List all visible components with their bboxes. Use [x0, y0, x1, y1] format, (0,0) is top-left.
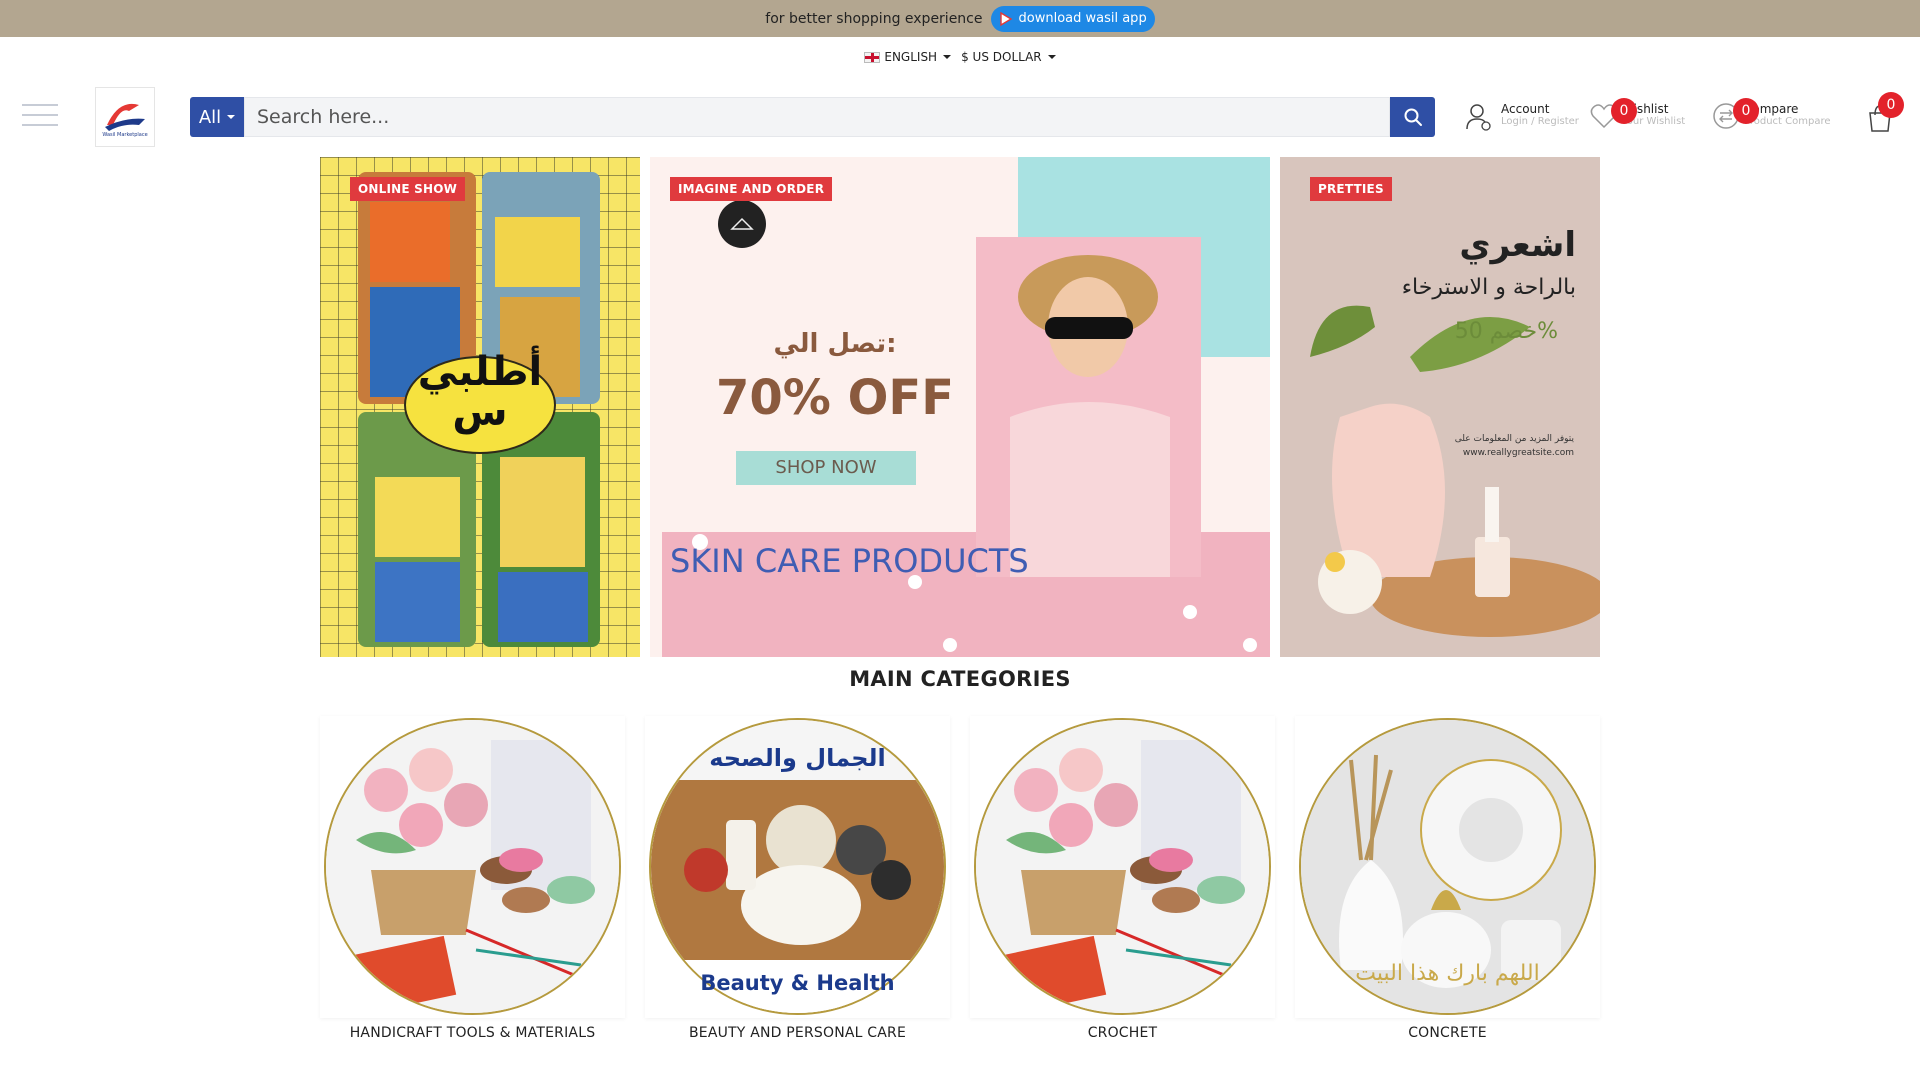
crochet-kit-image: [326, 720, 619, 1013]
category-label[interactable]: CONCRETE: [1295, 1025, 1600, 1041]
category-label[interactable]: HANDICRAFT TOOLS & MATERIALS: [320, 1025, 625, 1041]
category-label[interactable]: CROCHET: [970, 1025, 1275, 1041]
account-link[interactable]: Account Login / Register: [1465, 102, 1579, 132]
banner-heading: اشعري: [1459, 225, 1576, 265]
play-store-icon: [999, 11, 1012, 26]
chevron-down-icon: [943, 55, 952, 59]
banner-online-show[interactable]: أطلبي س ONLINE SHOW: [320, 157, 640, 657]
compare-link[interactable]: Compare Product Compare: [1712, 102, 1831, 130]
language-selector[interactable]: ENGLISH: [864, 50, 952, 64]
banner-tag: PRETTIES: [1310, 177, 1392, 201]
account-subtitle: Login / Register: [1501, 116, 1579, 127]
category-card[interactable]: اللهم بارك هذا البيت: [1295, 716, 1600, 1018]
svg-text:Wasil Marketplace: Wasil Marketplace: [102, 132, 147, 138]
compare-count-badge: 0: [1733, 98, 1759, 124]
search-category-dropdown[interactable]: All: [190, 97, 244, 137]
category-image-caption: Beauty & Health: [700, 971, 895, 995]
site-logo[interactable]: Wasil Marketplace: [95, 87, 155, 147]
search-input[interactable]: [244, 97, 1390, 137]
banner-tag: IMAGINE AND ORDER: [670, 177, 833, 201]
category-image: [974, 718, 1271, 1015]
search-icon: [1404, 108, 1422, 126]
currency-label: $ US DOLLAR: [961, 50, 1042, 64]
download-app-label: download wasil app: [1018, 11, 1147, 26]
wishlist-count-badge: 0: [1611, 98, 1637, 124]
promo-text: for better shopping experience: [765, 10, 983, 27]
currency-selector[interactable]: $ US DOLLAR: [961, 50, 1056, 64]
cart-count-badge: 0: [1878, 92, 1904, 118]
category-card[interactable]: الجمال والصحه Beauty & Health: [645, 716, 950, 1018]
chevron-down-icon: [1047, 55, 1056, 59]
wishlist-link[interactable]: Wishlist Your Wishlist: [1590, 102, 1685, 130]
user-icon: [1466, 104, 1491, 131]
banner-pretties[interactable]: اشعري بالراحة و الاسترخاء خصم 50% يتوفر …: [1280, 157, 1600, 657]
wasil-logo-icon: Wasil Marketplace: [102, 103, 148, 138]
category-card[interactable]: [320, 716, 625, 1018]
chevron-down-icon: [227, 115, 236, 119]
banner-url: www.reallygreatsite.com: [1462, 448, 1574, 458]
banner-arabic-subtitle: تصل الي:: [773, 329, 897, 359]
language-label: ENGLISH: [884, 50, 938, 64]
banner-note: يتوفر المزيد من المعلومات على: [1454, 434, 1574, 444]
promo-bar: for better shopping experience download …: [0, 0, 1920, 37]
download-app-button[interactable]: download wasil app: [990, 5, 1155, 32]
category-card[interactable]: [970, 716, 1275, 1018]
banner-subheading: بالراحة و الاسترخاء: [1401, 275, 1576, 300]
shop-now-button[interactable]: SHOP NOW: [736, 451, 916, 485]
banner-skin-care[interactable]: تصل الي: 70% OFF SHOP NOW SKIN CARE PROD…: [650, 157, 1270, 657]
banner-discount: خصم 50%: [1454, 319, 1558, 344]
locale-bar: ENGLISH $ US DOLLAR: [0, 50, 1920, 64]
category-image: [324, 718, 621, 1015]
banner-discount: 70% OFF: [716, 370, 954, 426]
category-image-caption: الجمال والصحه: [709, 744, 886, 772]
account-title: Account: [1501, 102, 1550, 116]
crochet-kit-image: [976, 720, 1269, 1013]
search-category-label: All: [198, 106, 222, 128]
section-title: MAIN CATEGORIES: [849, 667, 1071, 691]
banner-arabic-title: أطلبي س: [417, 349, 543, 435]
banner-tag: ONLINE SHOW: [350, 177, 466, 201]
search-button[interactable]: [1390, 97, 1435, 137]
menu-icon[interactable]: [22, 104, 58, 130]
search-bar: All: [190, 97, 1435, 137]
category-label[interactable]: BEAUTY AND PERSONAL CARE: [645, 1025, 950, 1041]
banner-caption: SKIN CARE PRODUCTS: [670, 542, 1029, 580]
category-image-caption: اللهم بارك هذا البيت: [1355, 961, 1540, 986]
uk-flag-icon: [864, 51, 881, 63]
